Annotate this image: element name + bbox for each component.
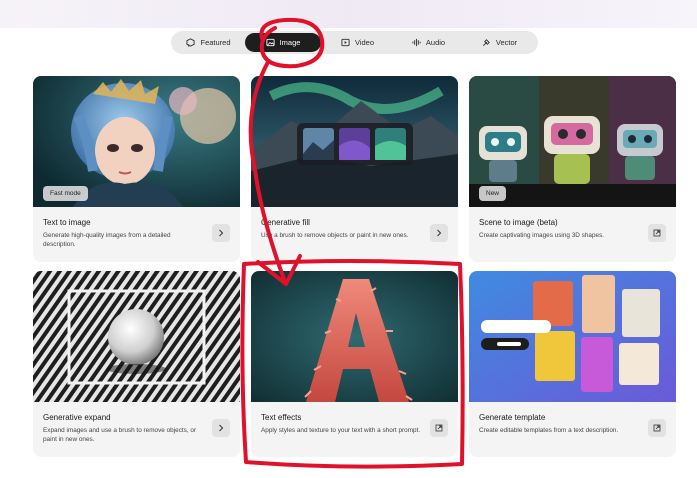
new-badge: New [479, 186, 507, 201]
card-generative-fill[interactable]: Generative fill Use a brush to remove ob… [251, 76, 458, 262]
audio-icon [412, 38, 421, 47]
card-description: Create captivating images using 3D shape… [479, 232, 605, 239]
tab-label: Featured [200, 38, 231, 47]
card-description: Generate high-quality images from a deta… [43, 232, 171, 248]
tab-video[interactable]: Video [323, 33, 392, 52]
arrow-right-icon [437, 229, 442, 237]
card-description: Expand images and use a brush to remove … [43, 427, 197, 443]
tab-image[interactable]: Image [245, 33, 321, 52]
card-thumbnail [251, 76, 458, 207]
card-thumbnail [469, 271, 676, 402]
open-button[interactable] [212, 419, 230, 437]
card-generative-expand[interactable]: Generative expand Expand images and use … [33, 271, 240, 457]
card-description: Use a brush to remove objects or paint i… [261, 232, 409, 239]
vector-icon [482, 38, 491, 47]
open-button[interactable] [212, 224, 230, 242]
external-link-icon [435, 424, 443, 432]
tab-label: Audio [425, 38, 446, 47]
fast-mode-badge: Fast mode [43, 186, 88, 201]
card-title: Scene to image (beta) [479, 218, 558, 227]
card-title: Generate template [479, 413, 546, 422]
image-icon [266, 38, 275, 47]
card-thumbnail [251, 271, 458, 402]
open-external-button[interactable] [648, 224, 666, 242]
featured-icon [186, 38, 196, 47]
external-link-icon [653, 424, 661, 432]
card-scene-to-image[interactable]: New Scene to image (beta) Create captiva… [469, 76, 676, 262]
category-tabbar: Featured Image Video Audio Vector [171, 31, 538, 54]
card-thumbnail [33, 271, 240, 402]
card-text-effects[interactable]: Text effects Apply styles and texture to… [251, 271, 458, 457]
video-icon [341, 38, 350, 47]
open-external-button[interactable] [430, 419, 448, 437]
tab-vector[interactable]: Vector [465, 33, 534, 52]
open-button[interactable] [430, 224, 448, 242]
tab-featured[interactable]: Featured [174, 33, 243, 52]
card-thumbnail: New [469, 76, 676, 207]
open-external-button[interactable] [648, 419, 666, 437]
arrow-right-icon [219, 424, 224, 432]
card-title: Text effects [261, 413, 302, 422]
external-link-icon [653, 229, 661, 237]
card-title: Text to image [43, 218, 91, 227]
card-text-to-image[interactable]: Fast mode Text to image Generate high-qu… [33, 76, 240, 262]
tab-label: Vector [495, 38, 518, 47]
card-title: Generative fill [261, 218, 310, 227]
card-generate-template[interactable]: Generate template Create editable templa… [469, 271, 676, 457]
tab-label: Video [354, 38, 375, 47]
page-header-gradient [0, 0, 697, 28]
tab-label: Image [279, 38, 301, 47]
card-description: Apply styles and texture to your text wi… [261, 427, 421, 434]
card-title: Generative expand [43, 413, 111, 422]
card-description: Create editable templates from a text de… [479, 427, 619, 434]
arrow-right-icon [219, 229, 224, 237]
card-thumbnail: Fast mode [33, 76, 240, 207]
tab-audio[interactable]: Audio [394, 33, 463, 52]
